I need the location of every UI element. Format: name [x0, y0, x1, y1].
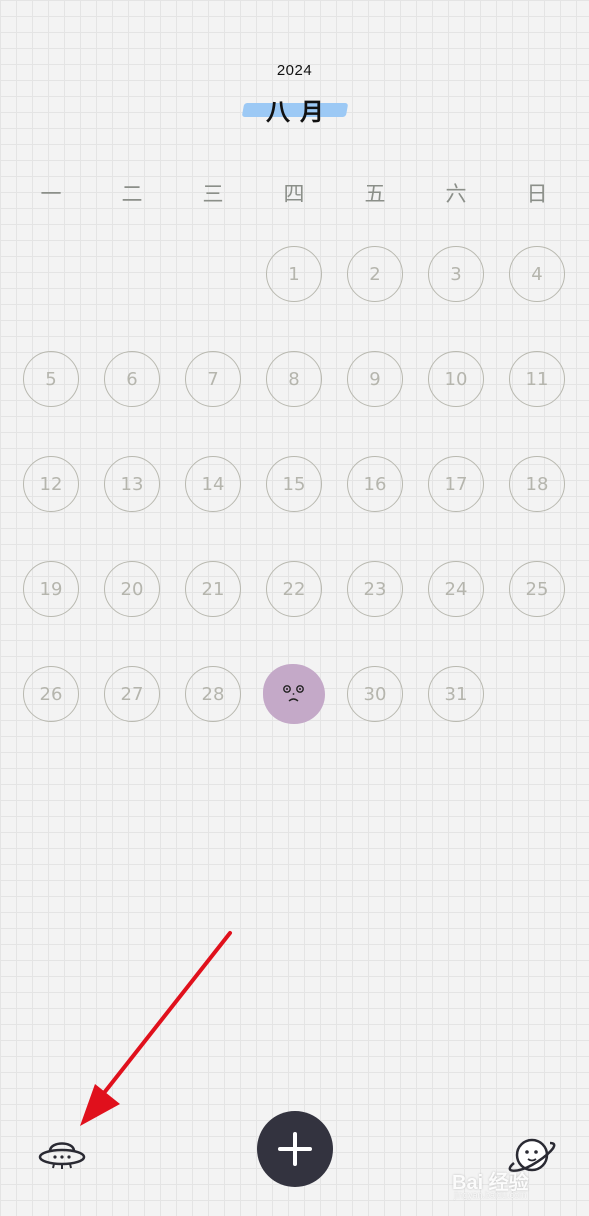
- add-entry-button[interactable]: [257, 1111, 333, 1187]
- ufo-button[interactable]: [36, 1133, 88, 1180]
- plus-icon: [278, 1132, 312, 1166]
- annotation-arrow: [80, 931, 232, 1126]
- watermark-url: jingyan.baidu.com: [454, 1190, 527, 1200]
- ufo-icon: [38, 1142, 86, 1169]
